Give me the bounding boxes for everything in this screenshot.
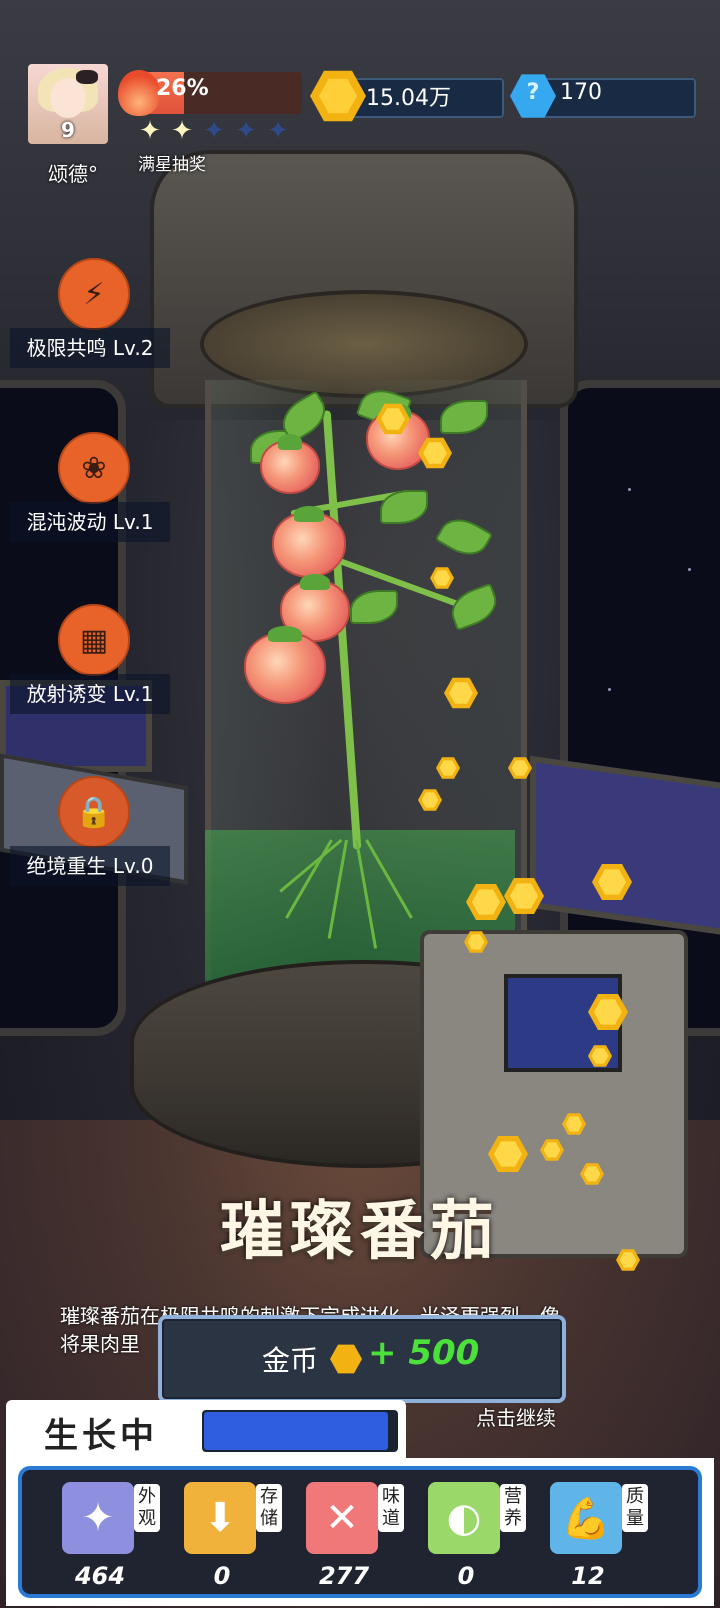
stat-value: 277 — [318, 1562, 370, 1590]
star-empty-icon: ✦ — [235, 116, 257, 146]
sparkle-icon: ✦ — [62, 1482, 134, 1554]
stat-tag: 营养 — [500, 1484, 526, 1532]
star-filled-icon: ✦ — [139, 116, 161, 146]
stats-container: ✦ 外观 464 ⬇ 存储 0 ✕ 味道 277 ◐ 营养 0 💪 质量 12 — [6, 1458, 714, 1606]
skill-label: 放射诱变 Lv.1 — [10, 674, 170, 714]
stat-tag: 味道 — [378, 1484, 404, 1532]
star-filled-icon: ✦ — [171, 116, 193, 146]
chaos-jar-icon: ❀ — [58, 432, 130, 504]
stat-appearance[interactable]: ✦ 外观 464 — [62, 1482, 178, 1594]
tomato — [272, 506, 346, 578]
coin-icon — [330, 1344, 362, 1374]
skill-label: 混沌波动 Lv.1 — [10, 502, 170, 542]
tomato — [260, 434, 320, 494]
energy-percent: 26% — [156, 76, 209, 101]
skill-label: 绝境重生 Lv.0 — [10, 846, 170, 886]
stat-storage[interactable]: ⬇ 存储 0 — [184, 1482, 300, 1594]
fork-knife-icon: ✕ — [306, 1482, 378, 1554]
skill-label: 极限共鸣 Lv.2 — [10, 328, 170, 368]
reward-banner: 金币 + 500 — [158, 1315, 566, 1403]
star-empty-icon: ✦ — [267, 116, 289, 146]
growth-progress-fill — [204, 1412, 389, 1450]
stat-value: 0 — [457, 1562, 475, 1590]
muscle-icon: 💪 — [550, 1482, 622, 1554]
stat-tag: 外观 — [134, 1484, 160, 1532]
lucky-draw-label[interactable]: 满星抽奖 — [138, 150, 206, 175]
growth-panel: 生长中 ✦ 外观 464 ⬇ 存储 0 ✕ 味道 277 ◐ 营养 0 💪 质量… — [0, 1400, 720, 1608]
item-title: 璀璨番茄 — [220, 1195, 500, 1269]
growth-status-label: 生长中 — [44, 1416, 158, 1456]
star-rating: ✦ ✦ ✦ ✦ ✦ — [136, 118, 292, 144]
stat-tag: 质量 — [622, 1484, 648, 1532]
stat-value: 0 — [213, 1562, 231, 1590]
reward-amount: + 500 — [368, 1333, 480, 1373]
star-empty-icon: ✦ — [203, 116, 225, 146]
growth-status-tab: 生长中 — [6, 1400, 406, 1460]
tomato — [244, 626, 326, 704]
growth-progress-bar — [202, 1410, 398, 1452]
reward-label: 金币 — [262, 1344, 319, 1377]
right-monitor — [530, 755, 720, 937]
mutation-box-icon: ▦ — [58, 604, 130, 676]
lock-icon: 🔒 — [58, 776, 130, 848]
stat-tag: 存储 — [256, 1484, 282, 1532]
stat-taste[interactable]: ✕ 味道 277 — [306, 1482, 422, 1594]
stat-quality[interactable]: 💪 质量 12 — [550, 1482, 666, 1594]
stats-row: ✦ 外观 464 ⬇ 存储 0 ✕ 味道 277 ◐ 营养 0 💪 质量 12 — [18, 1466, 702, 1598]
flame-icon — [118, 70, 160, 116]
lightning-plant-icon: ⚡ — [58, 258, 130, 330]
player-name: 颂德° — [48, 162, 98, 186]
lemon-icon: ◐ — [428, 1482, 500, 1554]
gold-amount: 15.04万 — [366, 86, 451, 111]
gem-amount: 170 — [560, 80, 602, 105]
stat-nutrition[interactable]: ◐ 营养 0 — [428, 1482, 544, 1594]
stat-value: 12 — [571, 1562, 605, 1590]
stat-value: 464 — [74, 1562, 126, 1590]
box-icon: ⬇ — [184, 1482, 256, 1554]
player-level: 9 — [61, 118, 75, 142]
